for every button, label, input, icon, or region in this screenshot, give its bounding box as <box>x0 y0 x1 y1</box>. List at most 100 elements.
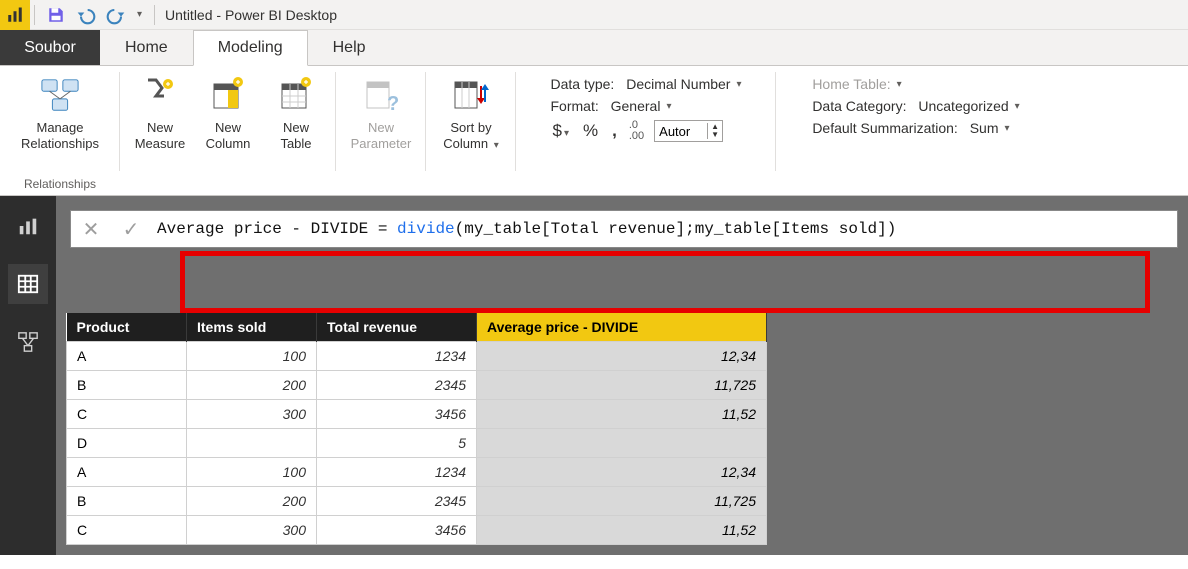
decimals-spinner[interactable]: ▲▼ <box>654 120 723 142</box>
table-row[interactable]: B200234511,725 <box>67 487 767 516</box>
data-view-button[interactable] <box>8 264 48 304</box>
table-header-row: Product Items sold Total revenue Average… <box>67 313 767 342</box>
cell-items-sold[interactable]: 100 <box>187 458 317 487</box>
cell-total-revenue[interactable]: 5 <box>317 429 477 458</box>
default-summarization-dropdown[interactable]: Default Summarization: Sum▾ <box>812 120 1019 136</box>
chevron-down-icon: ▾ <box>666 101 671 112</box>
manage-relationships-button[interactable]: Manage Relationships <box>10 70 110 151</box>
cell-total-revenue[interactable]: 3456 <box>317 516 477 545</box>
sort-by-column-button[interactable]: Sort by Column ▾ <box>436 70 506 152</box>
cell-total-revenue[interactable]: 1234 <box>317 458 477 487</box>
col-header-total-revenue[interactable]: Total revenue <box>317 313 477 342</box>
title-bar: ▾ Untitled - Power BI Desktop <box>0 0 1188 30</box>
cell-average-price[interactable]: 12,34 <box>477 458 767 487</box>
spinner-down[interactable]: ▼ <box>708 131 722 139</box>
thousand-separator-button[interactable]: , <box>610 121 619 141</box>
cell-product[interactable]: B <box>67 371 187 400</box>
divider <box>34 5 35 25</box>
table-row[interactable]: C300345611,52 <box>67 516 767 545</box>
data-type-dropdown[interactable]: Data type: Decimal Number▾ <box>551 76 742 92</box>
qat-dropdown[interactable]: ▾ <box>133 9 146 20</box>
group-calculations: New Measure New Column New Table Calcula… <box>120 66 336 195</box>
app-icon <box>0 0 30 30</box>
data-category-dropdown[interactable]: Data Category: Uncategorized▾ <box>812 98 1019 114</box>
group-relationships: Manage Relationships Relationships <box>0 66 120 195</box>
cell-product[interactable]: C <box>67 516 187 545</box>
chevron-down-icon: ▾ <box>1015 101 1020 112</box>
group-whatif: ? New Parameter What If <box>336 66 426 195</box>
redo-button[interactable] <box>103 2 129 28</box>
file-tab[interactable]: Soubor <box>0 30 100 65</box>
formula-commit-button[interactable]: ✓ <box>111 217 151 242</box>
new-measure-button[interactable]: New Measure <box>130 70 190 151</box>
decimals-input[interactable] <box>655 124 707 139</box>
quick-access-toolbar: ▾ <box>39 2 150 28</box>
format-dropdown[interactable]: Format: General▾ <box>551 98 742 114</box>
cell-average-price[interactable]: 11,52 <box>477 400 767 429</box>
left-nav <box>0 196 56 555</box>
rlabel: New Measure <box>135 120 186 151</box>
tab-help[interactable]: Help <box>308 30 391 65</box>
highlight-annotation <box>180 251 1150 313</box>
new-parameter-button[interactable]: ? New Parameter <box>346 70 416 151</box>
save-button[interactable] <box>43 2 69 28</box>
cell-items-sold[interactable]: 100 <box>187 342 317 371</box>
cell-product[interactable]: D <box>67 429 187 458</box>
rlabel: New Table <box>280 120 311 151</box>
rlabel: New Parameter <box>351 120 412 151</box>
table-row[interactable]: D5 <box>67 429 767 458</box>
cell-average-price[interactable]: 12,34 <box>477 342 767 371</box>
cell-average-price[interactable]: 11,52 <box>477 516 767 545</box>
report-view-button[interactable] <box>8 206 48 246</box>
col-header-items-sold[interactable]: Items sold <box>187 313 317 342</box>
home-table-dropdown[interactable]: Home Table:▾ <box>812 76 1019 92</box>
content-area: ✕ ✓ Average price - DIVIDE = divide(my_t… <box>56 196 1188 555</box>
menu-bar: Soubor Home Modeling Help <box>0 30 1188 66</box>
cell-items-sold[interactable]: 200 <box>187 487 317 516</box>
cell-average-price[interactable]: 11,725 <box>477 371 767 400</box>
cell-total-revenue[interactable]: 2345 <box>317 371 477 400</box>
table-row[interactable]: B200234511,725 <box>67 371 767 400</box>
undo-button[interactable] <box>73 2 99 28</box>
model-view-button[interactable] <box>8 322 48 362</box>
rlabel: Manage Relationships <box>21 120 99 151</box>
currency-button[interactable]: $▾ <box>551 121 572 141</box>
cell-items-sold[interactable] <box>187 429 317 458</box>
window-title: Untitled - Power BI Desktop <box>159 7 337 23</box>
formula-cancel-button[interactable]: ✕ <box>71 217 111 242</box>
group-label: Relationships <box>24 175 96 193</box>
cell-product[interactable]: A <box>67 458 187 487</box>
tab-modeling[interactable]: Modeling <box>193 30 308 66</box>
ribbon: Manage Relationships Relationships New M… <box>0 66 1188 196</box>
cell-total-revenue[interactable]: 2345 <box>317 487 477 516</box>
cell-average-price[interactable]: 11,725 <box>477 487 767 516</box>
cell-product[interactable]: C <box>67 400 187 429</box>
col-header-average-price[interactable]: Average price - DIVIDE <box>477 313 767 342</box>
table-row[interactable]: C300345611,52 <box>67 400 767 429</box>
data-table: Product Items sold Total revenue Average… <box>66 313 767 545</box>
new-table-button[interactable]: New Table <box>266 70 326 151</box>
percent-button[interactable]: % <box>581 121 600 141</box>
cell-items-sold[interactable]: 200 <box>187 371 317 400</box>
divider <box>154 5 155 25</box>
decimals-icon: .0.00 <box>629 120 644 142</box>
new-column-button[interactable]: New Column <box>198 70 258 151</box>
cell-total-revenue[interactable]: 3456 <box>317 400 477 429</box>
table-row[interactable]: A100123412,34 <box>67 458 767 487</box>
cell-product[interactable]: A <box>67 342 187 371</box>
formula-bar[interactable]: ✕ ✓ Average price - DIVIDE = divide(my_t… <box>70 210 1178 248</box>
chevron-down-icon: ▾ <box>736 79 741 90</box>
cell-total-revenue[interactable]: 1234 <box>317 342 477 371</box>
cell-product[interactable]: B <box>67 487 187 516</box>
rlabel: Sort by Column ▾ <box>443 120 498 152</box>
cell-items-sold[interactable]: 300 <box>187 400 317 429</box>
table-row[interactable]: A100123412,34 <box>67 342 767 371</box>
chevron-down-icon: ▾ <box>1005 123 1010 134</box>
col-header-product[interactable]: Product <box>67 313 187 342</box>
tab-home[interactable]: Home <box>100 30 193 65</box>
chevron-down-icon: ▾ <box>564 128 569 139</box>
cell-items-sold[interactable]: 300 <box>187 516 317 545</box>
cell-average-price[interactable] <box>477 429 767 458</box>
formula-text[interactable]: Average price - DIVIDE = divide(my_table… <box>151 220 1177 238</box>
group-formatting: Data type: Decimal Number▾ Format: Gener… <box>516 66 776 195</box>
